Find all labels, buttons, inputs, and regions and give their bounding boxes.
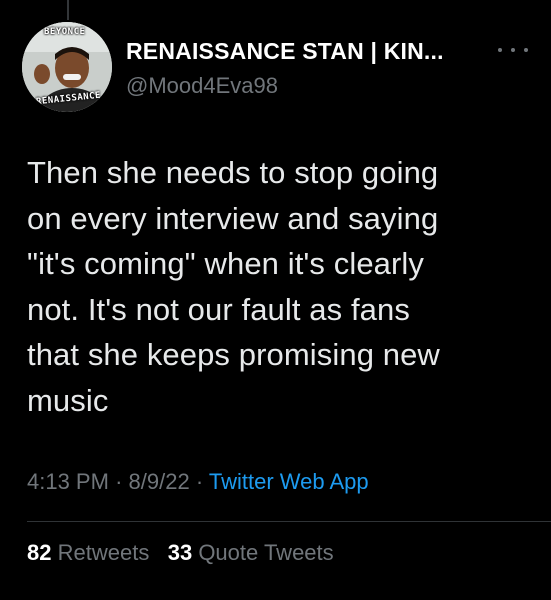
quote-tweets-stat[interactable]: 33 Quote Tweets (168, 540, 334, 565)
quotes-count: 33 (167, 540, 193, 565)
meta-separator: · (115, 469, 129, 494)
avatar[interactable]: BEYONCE RENAISSANCE (22, 22, 112, 112)
retweets-label: Retweets (57, 540, 150, 565)
divider (27, 521, 551, 522)
quotes-label: Quote Tweets (198, 540, 334, 565)
more-dot (511, 48, 515, 52)
stats-gap (155, 540, 161, 565)
meta-separator: · (195, 469, 209, 494)
more-dot (524, 48, 528, 52)
tweet-time[interactable]: 4:13 PM (27, 469, 109, 494)
tweet-metadata: 4:13 PM · 8/9/22 · Twitter Web App (27, 469, 369, 495)
avatar-text-top: BEYONCE (44, 27, 86, 37)
tweet-stats: 82 Retweets 33 Quote Tweets (27, 540, 334, 566)
retweets-stat[interactable]: 82 Retweets (27, 540, 155, 565)
more-horizontal-icon[interactable] (498, 40, 528, 60)
tweet-text: Then she needs to stop going on every in… (27, 155, 440, 418)
author-display-name[interactable]: RENAISSANCE STAN | KIN... (126, 38, 444, 65)
tweet-source-link[interactable]: Twitter Web App (209, 469, 369, 494)
retweets-count: 82 (27, 540, 52, 565)
author-handle[interactable]: @Mood4Eva98 (126, 73, 278, 99)
tweet-date[interactable]: 8/9/22 (129, 469, 190, 494)
more-dot (498, 48, 502, 52)
thread-connector-line (67, 0, 69, 20)
